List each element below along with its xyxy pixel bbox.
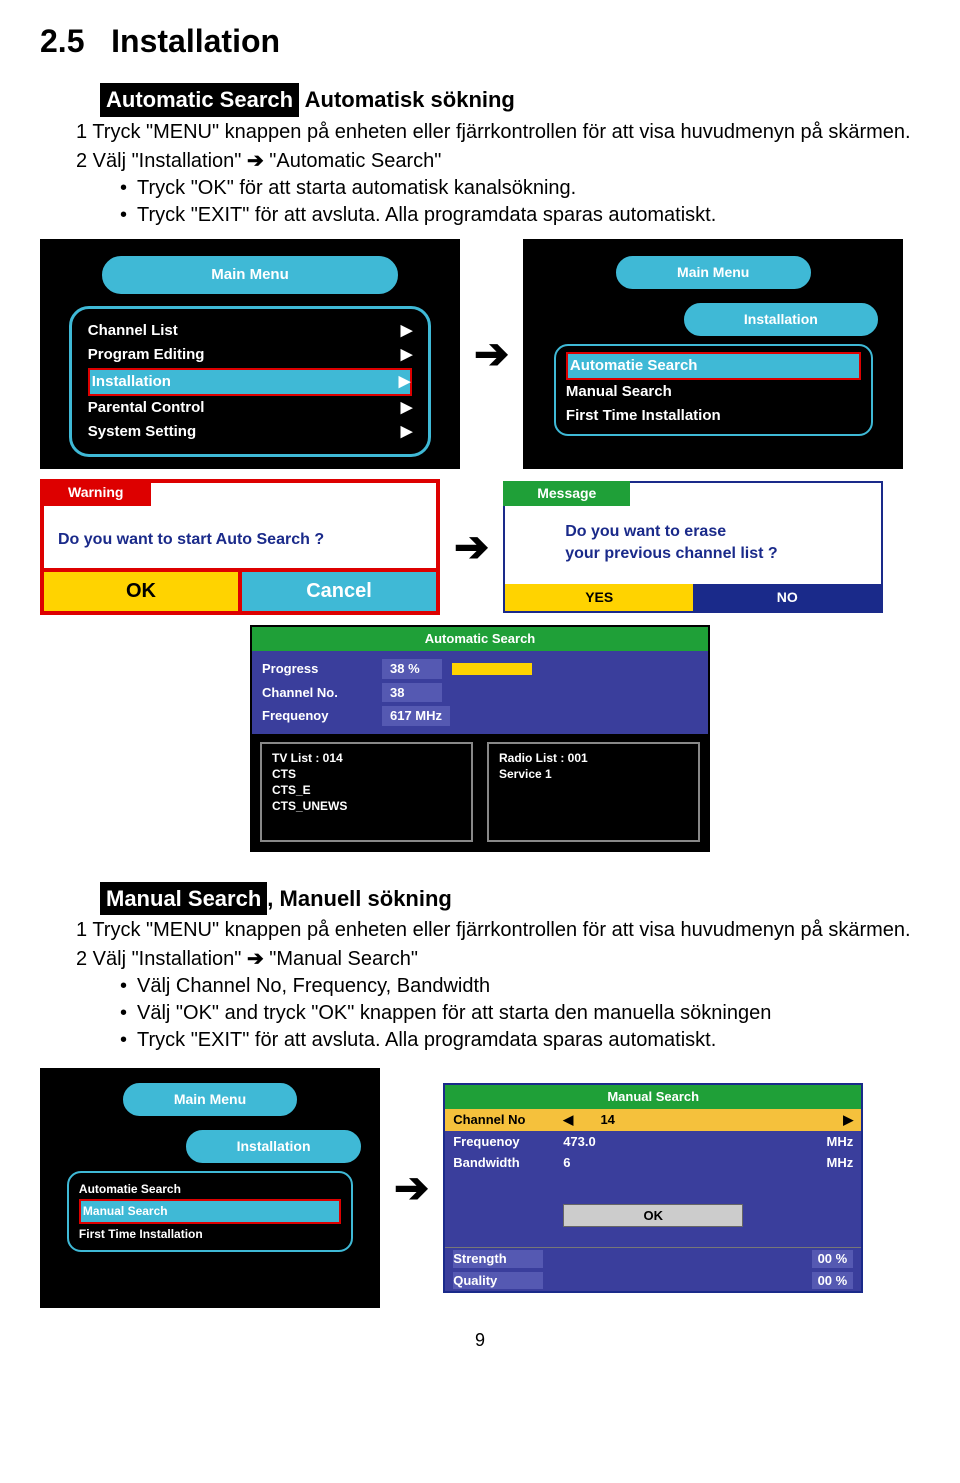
screens-row-1: Main Menu Channel List▶ Program Editing▶… xyxy=(40,239,920,469)
chevron-right-icon[interactable]: ▶ xyxy=(843,1111,853,1129)
screens-row-3: Main Menu Installation Automatie Search … xyxy=(40,1068,920,1308)
auto-channel-row: Channel No. 38 xyxy=(262,681,698,705)
radio-list-panel: Radio List : 001 Service 1 xyxy=(487,742,700,842)
manual-step-2: 2 Välj "Installation" ➔ "Manual Search" xyxy=(100,946,920,973)
manual-freq-row[interactable]: Frequenoy 473.0MHz xyxy=(445,1131,861,1153)
manual-bullet-2: Välj "OK" and tryck "OK" knappen för att… xyxy=(140,1000,920,1027)
screens-row-2: Warning Do you want to start Auto Search… xyxy=(40,479,920,616)
warning-cancel-button[interactable]: Cancel xyxy=(238,572,436,611)
manual-heading-suffix: , Manuell sökning xyxy=(267,886,452,911)
manual-bw-row[interactable]: Bandwidth 6MHz xyxy=(445,1152,861,1174)
install-menu-body: Automatie Search Manual Search First Tim… xyxy=(554,344,873,437)
install-item-auto[interactable]: Automatie Search xyxy=(566,352,861,380)
chevron-left-icon[interactable]: ◀ xyxy=(563,1111,573,1129)
install2-sub: Installation xyxy=(186,1130,361,1163)
message-text: Do you want to erase your previous chann… xyxy=(505,507,881,584)
auto-heading-suffix: Automatisk sökning xyxy=(305,87,515,112)
chevron-right-icon: ▶ xyxy=(401,345,413,365)
main-menu-body: Channel List▶ Program Editing▶ Installat… xyxy=(69,306,431,457)
menu-item-installation[interactable]: Installation▶ xyxy=(88,368,412,396)
installation-menu-screen: Main Menu Installation Automatie Search … xyxy=(523,239,903,469)
right-arrow-icon: ➔ xyxy=(454,519,489,576)
install-item-manual[interactable]: Manual Search xyxy=(566,380,861,404)
install2-body: Automatie Search Manual Search First Tim… xyxy=(67,1171,353,1252)
manual-quality-row: Quality00 % xyxy=(445,1270,861,1292)
chevron-right-icon: ▶ xyxy=(399,372,411,392)
chevron-right-icon: ▶ xyxy=(401,422,413,442)
install-item-first-time[interactable]: First Time Installation xyxy=(566,404,861,428)
manual-step-1: 1 Tryck "MENU" knappen på enheten eller … xyxy=(100,917,920,944)
manual-bullet-3: Tryck "EXIT" för att avsluta. Alla progr… xyxy=(140,1027,920,1054)
right-arrow-icon: ➔ xyxy=(247,150,264,172)
manual-heading-box: Manual Search xyxy=(100,882,267,916)
install2-item-manual[interactable]: Manual Search xyxy=(79,1199,341,1223)
manual-title: Manual Search xyxy=(445,1085,861,1109)
manual-bullet-1: Välj Channel No, Frequency, Bandwidth xyxy=(140,973,920,1000)
menu-item-parental-control[interactable]: Parental Control▶ xyxy=(88,396,412,420)
manual-channel-row[interactable]: Channel No ◀ 14▶ xyxy=(445,1109,861,1131)
auto-freq-row: Frequenoy 617 MHz xyxy=(262,704,698,728)
main-menu-title: Main Menu xyxy=(102,256,398,294)
menu-item-channel-list[interactable]: Channel List▶ xyxy=(88,319,412,343)
auto-title: Automatic Search xyxy=(252,627,708,651)
warning-dialog: Warning Do you want to start Auto Search… xyxy=(40,479,440,616)
auto-step-2: 2 Välj "Installation" ➔ "Automatic Searc… xyxy=(100,148,920,175)
auto-heading: Automatic Search Automatisk sökning xyxy=(100,83,920,117)
warning-text: Do you want to start Auto Search ? xyxy=(44,511,436,569)
message-tab: Message xyxy=(503,481,630,506)
right-arrow-icon: ➔ xyxy=(474,326,509,383)
menu-item-program-editing[interactable]: Program Editing▶ xyxy=(88,343,412,367)
automatic-search-screen: Automatic Search Progress 38 % Channel N… xyxy=(250,625,710,851)
manual-ok-button[interactable]: OK xyxy=(563,1204,743,1228)
auto-step-1: 1 Tryck "MENU" knappen på enheten eller … xyxy=(100,119,920,146)
manual-heading: Manual Search, Manuell sökning xyxy=(100,882,920,916)
message-yes-button[interactable]: YES xyxy=(505,584,693,611)
section-title: 2.5 Installation xyxy=(40,20,920,63)
right-arrow-icon: ➔ xyxy=(394,1160,429,1217)
menu-item-system-setting[interactable]: System Setting▶ xyxy=(88,420,412,444)
warning-tab: Warning xyxy=(40,479,151,506)
message-dialog: Message Do you want to erase your previo… xyxy=(503,481,883,613)
chevron-right-icon: ▶ xyxy=(401,398,413,418)
message-no-button[interactable]: NO xyxy=(693,584,881,611)
manual-strength-row: Strength00 % xyxy=(445,1248,861,1270)
auto-bullet-1: Tryck "OK" för att starta automatisk kan… xyxy=(140,175,920,202)
install2-item-first-time[interactable]: First Time Installation xyxy=(79,1224,341,1244)
auto-heading-box: Automatic Search xyxy=(100,83,299,117)
chevron-right-icon: ▶ xyxy=(401,321,413,341)
auto-bullet-2: Tryck "EXIT" för att avsluta. Alla progr… xyxy=(140,202,920,229)
page-number: 9 xyxy=(40,1328,920,1352)
progress-bar-icon xyxy=(452,663,532,675)
manual-search-screen: Manual Search Channel No ◀ 14▶ Frequenoy… xyxy=(443,1083,863,1293)
auto-progress-row: Progress 38 % xyxy=(262,657,698,681)
install2-top: Main Menu xyxy=(123,1083,298,1116)
install-subtitle: Installation xyxy=(684,303,879,336)
right-arrow-icon: ➔ xyxy=(247,948,264,970)
install-top-title: Main Menu xyxy=(616,256,811,289)
installation-menu-screen-small: Main Menu Installation Automatie Search … xyxy=(40,1068,380,1308)
warning-ok-button[interactable]: OK xyxy=(44,572,238,611)
install2-item-auto[interactable]: Automatie Search xyxy=(79,1179,341,1199)
tv-list-panel: TV List : 014 CTS CTS_E CTS_UNEWS xyxy=(260,742,473,842)
main-menu-screen: Main Menu Channel List▶ Program Editing▶… xyxy=(40,239,460,469)
